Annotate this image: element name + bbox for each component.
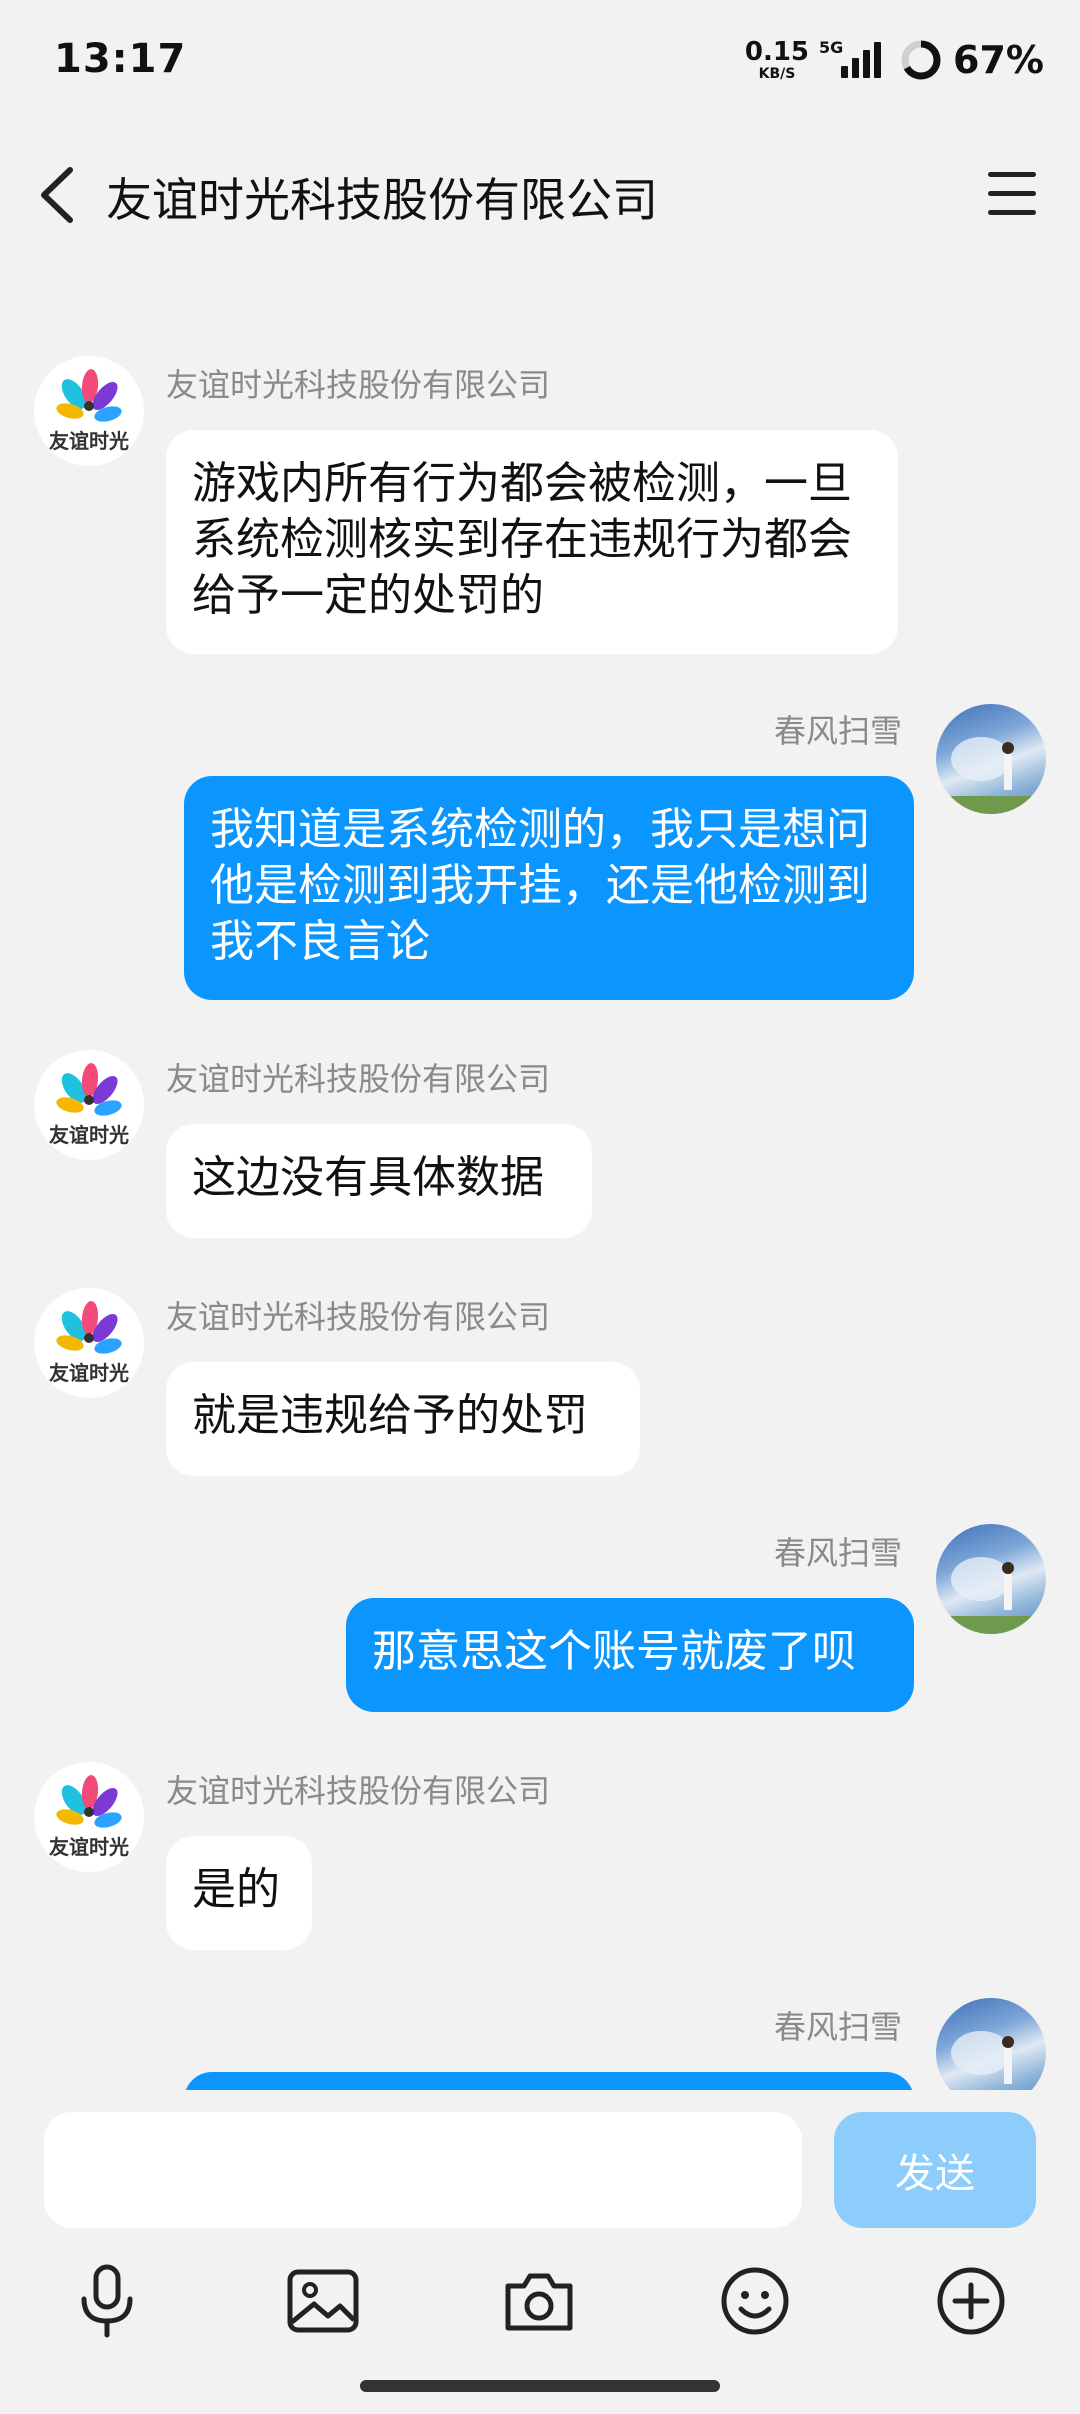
status-bar: 13:17 0.15 KB/S 5G 67%	[0, 0, 1080, 120]
message-bubble-outgoing[interactable]: 我知道是系统检测的，我只是想问他是检测到我开挂，还是他检测到我不良言论	[184, 776, 914, 1000]
photo-button[interactable]	[278, 2256, 368, 2346]
plus-circle-icon	[937, 2267, 1005, 2335]
camera-button[interactable]	[494, 2256, 584, 2346]
company-logo-text: 友谊时光	[49, 429, 129, 453]
message-bubble-incoming[interactable]: 游戏内所有行为都会被检测，一旦系统检测核实到存在违规行为都会给予一定的处罚的	[166, 430, 898, 654]
composer-toolbar	[0, 2256, 1080, 2356]
company-logo-icon: 友谊时光	[49, 1063, 129, 1147]
send-button[interactable]: 发送	[834, 2112, 1036, 2228]
company-logo-icon: 友谊时光	[49, 369, 129, 453]
company-logo-text: 友谊时光	[49, 1361, 129, 1385]
user-photo-icon	[936, 1557, 1046, 1634]
user-photo-icon	[936, 737, 1046, 814]
status-indicators: 0.15 KB/S 5G 67%	[745, 36, 1044, 84]
message-bubble-outgoing[interactable]: 那意思这个账号就废了呗	[346, 1598, 914, 1712]
menu-icon	[988, 172, 1036, 177]
home-indicator[interactable]	[360, 2380, 720, 2392]
camera-icon	[505, 2273, 573, 2331]
image-icon	[287, 2269, 359, 2333]
chat-header: 友谊时光科技股份有限公司	[0, 140, 1080, 250]
message-bubble-incoming[interactable]: 就是违规给予的处罚	[166, 1362, 640, 1476]
emoji-icon	[721, 2267, 789, 2335]
page-title: 友谊时光科技股份有限公司	[106, 173, 658, 227]
company-avatar[interactable]: 友谊时光	[34, 1762, 144, 1872]
message-bubble-incoming[interactable]: 这边没有具体数据	[166, 1124, 592, 1238]
sender-name: 友谊时光科技股份有限公司	[166, 1298, 551, 1336]
company-avatar[interactable]: 友谊时光	[34, 1050, 144, 1160]
battery-ring-icon	[901, 40, 941, 80]
network-speed: 0.15 KB/S	[745, 39, 809, 81]
sender-name: 春风扫雪	[773, 2008, 902, 2046]
network-speed-unit: KB/S	[758, 66, 796, 82]
company-avatar[interactable]: 友谊时光	[34, 1288, 144, 1398]
message-bubble-incoming[interactable]: 是的	[166, 1836, 312, 1950]
composer: 发送	[0, 2090, 1080, 2414]
company-avatar[interactable]: 友谊时光	[34, 356, 144, 466]
signal-icon: 5G	[819, 38, 889, 82]
back-button[interactable]	[30, 162, 90, 228]
company-logo-icon: 友谊时光	[49, 1775, 129, 1859]
user-avatar[interactable]	[936, 1524, 1046, 1634]
sender-name: 春风扫雪	[773, 712, 902, 750]
company-logo-text: 友谊时光	[49, 1123, 129, 1147]
voice-button[interactable]	[62, 2256, 152, 2346]
menu-button[interactable]	[984, 168, 1040, 220]
network-type: 5G	[819, 38, 844, 57]
company-logo-text: 友谊时光	[49, 1835, 129, 1859]
sender-name: 春风扫雪	[773, 1534, 902, 1572]
chevron-left-icon	[41, 167, 73, 223]
network-speed-value: 0.15	[744, 37, 810, 67]
sender-name: 友谊时光科技股份有限公司	[166, 366, 551, 404]
more-button[interactable]	[926, 2256, 1016, 2346]
user-avatar[interactable]	[936, 704, 1046, 814]
company-logo-icon: 友谊时光	[49, 1301, 129, 1385]
battery-percent: 67%	[953, 38, 1044, 82]
sender-name: 友谊时光科技股份有限公司	[166, 1772, 551, 1810]
status-time: 13:17	[54, 36, 187, 82]
emoji-button[interactable]	[710, 2256, 800, 2346]
message-input[interactable]	[44, 2112, 802, 2228]
microphone-icon	[81, 2264, 133, 2338]
sender-name: 友谊时光科技股份有限公司	[166, 1060, 551, 1098]
